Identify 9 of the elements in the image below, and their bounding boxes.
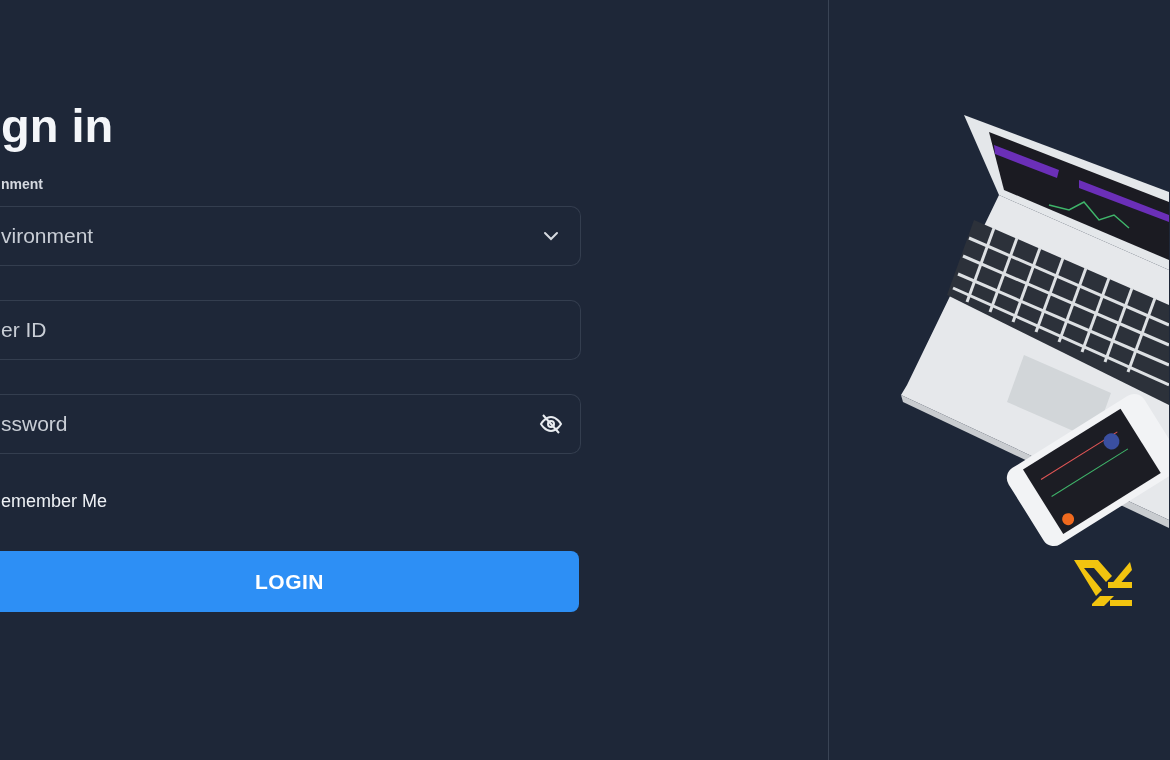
- logo-icon: [1074, 560, 1134, 606]
- login-button[interactable]: LOGIN: [0, 551, 579, 612]
- field-label: nment: [0, 176, 44, 192]
- password-field[interactable]: ssword: [0, 394, 581, 454]
- sign-in-heading: gn in: [0, 98, 115, 154]
- environment-dropdown[interactable]: vironment: [0, 206, 581, 266]
- user-id-field[interactable]: er ID: [0, 300, 581, 360]
- eye-slash-icon[interactable]: [539, 412, 563, 436]
- remember-me-label: emember Me: [0, 491, 109, 512]
